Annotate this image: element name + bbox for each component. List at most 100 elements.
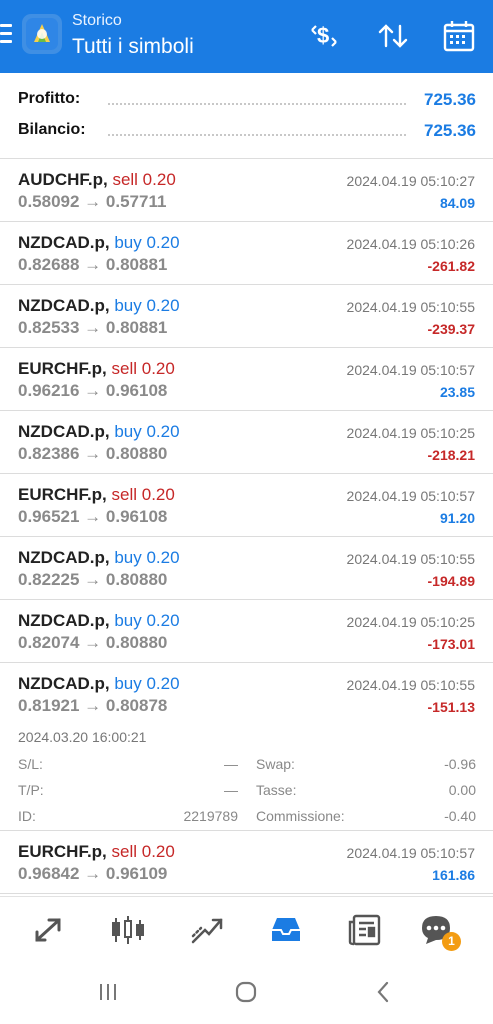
dotted-leader xyxy=(108,134,406,136)
trade-row[interactable]: EURCHF.p, sell 0.20 0.96521 → 0.96108 20… xyxy=(0,474,493,537)
trade-side: buy 0.20 xyxy=(114,548,180,567)
trade-side: buy 0.20 xyxy=(114,611,180,630)
trade-symbol: AUDCHF.p, xyxy=(18,170,108,189)
history-icon[interactable] xyxy=(266,910,306,950)
trade-time: 2024.04.19 05:10:55 xyxy=(346,551,475,567)
trade-profit: -151.13 xyxy=(427,699,475,715)
profit-label: Profitto: xyxy=(18,90,81,107)
trade-prices: 0.81921 → 0.80878 xyxy=(18,696,168,715)
bottom-navigation: 1 xyxy=(0,896,493,962)
trade-side: buy 0.20 xyxy=(114,422,180,441)
swap-label: Swap: xyxy=(256,756,295,772)
trade-symbol: NZDCAD.p, xyxy=(18,296,110,315)
trade-time: 2024.04.19 05:10:25 xyxy=(346,425,475,441)
svg-text:$: $ xyxy=(317,23,329,48)
trade-profit: 23.85 xyxy=(439,384,475,400)
calendar-icon[interactable] xyxy=(441,18,477,54)
tp-value: — xyxy=(224,782,238,798)
trade-prices: 0.82688 → 0.80881 xyxy=(18,255,168,274)
header-title[interactable]: Tutti i simboli xyxy=(72,35,194,59)
trade-time: 2024.04.19 05:10:57 xyxy=(346,488,475,504)
trade-profit: 84.09 xyxy=(439,195,475,211)
balance-value: 725.36 xyxy=(424,121,476,140)
trade-time: 2024.04.19 05:10:27 xyxy=(346,173,475,189)
system-navigation-bar xyxy=(0,962,493,1024)
trade-side: buy 0.20 xyxy=(114,233,180,252)
trade-symbol: NZDCAD.p, xyxy=(18,548,110,567)
trade-symbol: NZDCAD.p, xyxy=(18,422,110,441)
trade-side: buy 0.20 xyxy=(114,296,180,315)
trade-time: 2024.04.19 05:10:57 xyxy=(346,845,475,861)
trade-prices: 0.96521 → 0.96108 xyxy=(18,507,168,526)
tp-label: T/P: xyxy=(18,782,44,798)
account-summary: Profitto: 725.36 Bilancio: 725.36 xyxy=(0,73,493,159)
tax-value: 0.00 xyxy=(448,782,476,798)
trade-icon[interactable] xyxy=(187,910,227,950)
menu-icon[interactable] xyxy=(0,24,12,46)
sl-value: — xyxy=(224,756,238,772)
recent-apps-icon[interactable] xyxy=(96,980,120,1004)
profit-value: 725.36 xyxy=(424,90,476,109)
trade-prices: 0.58092 → 0.57711 xyxy=(18,192,167,211)
trade-prices: 0.96216 → 0.96108 xyxy=(18,381,168,400)
trade-prices: 0.82225 → 0.80880 xyxy=(18,570,168,589)
commission-value: -0.40 xyxy=(444,808,476,824)
trade-profit: -194.89 xyxy=(427,573,475,589)
trade-row[interactable]: NZDCAD.p, buy 0.20 0.82688 → 0.80881 202… xyxy=(0,222,493,285)
trade-row[interactable]: NZDCAD.p, buy 0.20 0.82386 → 0.80880 202… xyxy=(0,411,493,474)
trade-prices: 0.82074 → 0.80880 xyxy=(18,633,168,652)
quotes-icon[interactable] xyxy=(29,910,69,950)
chart-icon[interactable] xyxy=(108,910,148,950)
trade-side: sell 0.20 xyxy=(111,485,175,504)
chat-icon[interactable]: 1 xyxy=(418,910,461,951)
tax-label: Tasse: xyxy=(256,782,297,798)
trade-row[interactable]: NZDCAD.p, buy 0.20 0.82225 → 0.80880 202… xyxy=(0,537,493,600)
trade-prices: 0.82386 → 0.80880 xyxy=(18,444,168,463)
id-label: ID: xyxy=(18,808,36,824)
balance-label: Bilancio: xyxy=(18,121,86,138)
trade-profit: 91.20 xyxy=(439,510,475,526)
trade-side: sell 0.20 xyxy=(111,359,175,378)
metatrader-logo-icon xyxy=(22,14,62,54)
sort-icon[interactable] xyxy=(375,18,411,54)
trade-side: buy 0.20 xyxy=(114,674,180,693)
id-value: 2219789 xyxy=(183,808,238,824)
trade-open-time: 2024.03.20 16:00:21 xyxy=(18,729,147,745)
swap-value: -0.96 xyxy=(444,756,476,772)
trade-symbol: NZDCAD.p, xyxy=(18,233,110,252)
trade-side: sell 0.20 xyxy=(111,842,175,861)
trade-row-expanded[interactable]: NZDCAD.p, buy 0.20 0.81921 → 0.80878 202… xyxy=(0,663,493,831)
header-subtitle: Storico xyxy=(72,12,122,29)
trade-profit: -173.01 xyxy=(427,636,475,652)
trade-row[interactable]: NZDCAD.p, buy 0.20 0.82074 → 0.80880 202… xyxy=(0,600,493,663)
app-header: Storico Tutti i simboli $ xyxy=(0,0,493,73)
trade-profit: -218.21 xyxy=(427,447,475,463)
dotted-leader xyxy=(108,103,406,105)
chat-badge: 1 xyxy=(442,932,461,951)
trade-time: 2024.04.19 05:10:26 xyxy=(346,236,475,252)
trade-time: 2024.04.19 05:10:57 xyxy=(346,362,475,378)
trade-row[interactable]: NZDCAD.p, buy 0.20 0.82533 → 0.80881 202… xyxy=(0,285,493,348)
commission-label: Commissione: xyxy=(256,808,345,824)
news-icon[interactable] xyxy=(345,910,385,950)
trade-symbol: EURCHF.p, xyxy=(18,359,107,378)
trade-row[interactable]: EURCHF.p, sell 0.20 0.96842 → 0.96109 20… xyxy=(0,831,493,894)
profit-row: Profitto: 725.36 xyxy=(18,90,476,114)
trade-profit: -261.82 xyxy=(427,258,475,274)
trade-time: 2024.04.19 05:10:25 xyxy=(346,614,475,630)
back-icon[interactable] xyxy=(372,980,396,1004)
trade-prices: 0.96842 → 0.96109 xyxy=(18,864,168,883)
trade-side: sell 0.20 xyxy=(112,170,176,189)
currency-toggle-icon[interactable]: $ xyxy=(306,18,342,54)
trade-row[interactable]: AUDCHF.p, sell 0.20 0.58092 → 0.57711 20… xyxy=(0,159,493,222)
trade-time: 2024.04.19 05:10:55 xyxy=(346,677,475,693)
sl-label: S/L: xyxy=(18,756,43,772)
balance-row: Bilancio: 725.36 xyxy=(18,121,476,145)
trade-profit: 161.86 xyxy=(432,867,475,883)
trade-time: 2024.04.19 05:10:55 xyxy=(346,299,475,315)
trade-row[interactable]: EURCHF.p, sell 0.20 0.96216 → 0.96108 20… xyxy=(0,348,493,411)
trade-prices: 0.82533 → 0.80881 xyxy=(18,318,168,337)
trade-symbol: NZDCAD.p, xyxy=(18,611,110,630)
trade-symbol: NZDCAD.p, xyxy=(18,674,110,693)
home-icon[interactable] xyxy=(233,979,259,1005)
